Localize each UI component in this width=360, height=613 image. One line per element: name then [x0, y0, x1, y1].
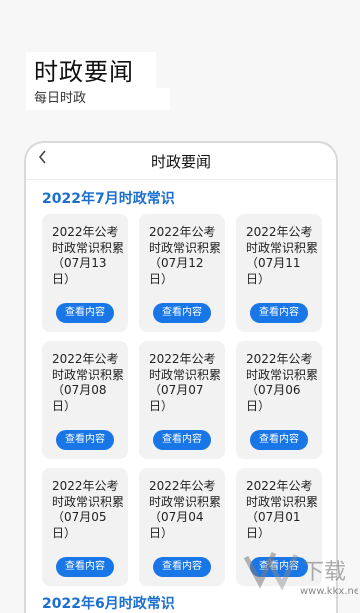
top-bar: 时政要闻: [26, 143, 336, 180]
list-item: 2022年公考时政常识积累（07月06日） 查看内容: [236, 341, 322, 459]
list-item: 2022年公考时政常识积累（07月04日） 查看内容: [139, 468, 225, 586]
section-title: 2022年6月时政常识: [42, 596, 175, 612]
phone-frame: 时政要闻 2022年7月时政常识 2022年公考时政常识积累（07月13日） 查…: [24, 141, 338, 613]
card-title: 2022年公考时政常识积累（07月05日）: [52, 479, 125, 540]
card-title: 2022年公考时政常识积累（07月13日）: [52, 225, 125, 286]
page-title: 时政要闻: [150, 153, 211, 171]
card-title: 2022年公考时政常识积累（07月06日）: [246, 352, 319, 413]
list-item: 2022年公考时政常识积累（07月11日） 查看内容: [236, 214, 322, 332]
view-content-button[interactable]: 查看内容: [56, 557, 114, 577]
list-item: 2022年公考时政常识积累（07月12日） 查看内容: [139, 214, 225, 332]
view-content-button[interactable]: 查看内容: [153, 557, 211, 577]
promo-title: 时政要闻: [26, 52, 156, 92]
section-title: 2022年7月时政常识: [42, 191, 175, 207]
list-item: 2022年公考时政常识积累（07月08日） 查看内容: [42, 341, 128, 459]
card-title: 2022年公考时政常识积累（07月08日）: [52, 352, 125, 413]
view-content-button[interactable]: 查看内容: [250, 557, 308, 577]
list-item: 2022年公考时政常识积累（07月05日） 查看内容: [42, 468, 128, 586]
view-content-button[interactable]: 查看内容: [153, 430, 211, 450]
card-title: 2022年公考时政常识积累（07月11日）: [246, 225, 319, 286]
view-content-button[interactable]: 查看内容: [153, 303, 211, 323]
card-title: 2022年公考时政常识积累（07月07日）: [149, 352, 222, 413]
view-content-button[interactable]: 查看内容: [56, 430, 114, 450]
promo-subtitle: 每日时政: [26, 88, 170, 110]
list-item: 2022年公考时政常识积累（07月01日） 查看内容: [236, 468, 322, 586]
list-item: 2022年公考时政常识积累（07月07日） 查看内容: [139, 341, 225, 459]
view-content-button[interactable]: 查看内容: [56, 303, 114, 323]
view-content-button[interactable]: 查看内容: [250, 430, 308, 450]
view-content-button[interactable]: 查看内容: [250, 303, 308, 323]
card-title: 2022年公考时政常识积累（07月04日）: [149, 479, 222, 540]
list-item: 2022年公考时政常识积累（07月13日） 查看内容: [42, 214, 128, 332]
card-title: 2022年公考时政常识积累（07月12日）: [149, 225, 222, 286]
card-title: 2022年公考时政常识积累（07月01日）: [246, 479, 319, 540]
